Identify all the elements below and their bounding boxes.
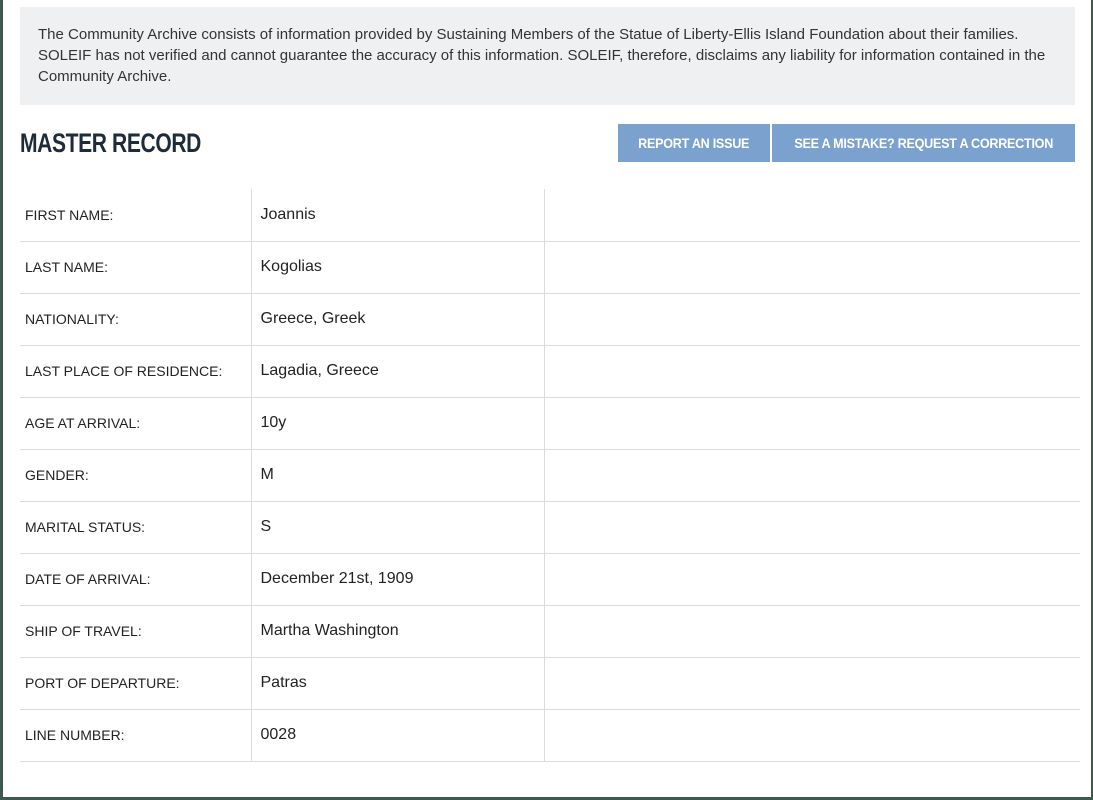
page-title: MASTER RECORD: [20, 128, 201, 158]
master-record-table: FIRST NAME: Joannis LAST NAME: Kogolias …: [20, 189, 1080, 762]
field-label: DATE OF ARRIVAL:: [20, 553, 251, 606]
table-row: GENDER: M: [20, 449, 1080, 502]
empty-cell: [543, 553, 1080, 606]
field-label: GENDER:: [20, 449, 251, 502]
field-label: MARITAL STATUS:: [20, 501, 251, 554]
field-value: Martha Washington: [250, 605, 544, 658]
empty-cell: [543, 501, 1080, 554]
empty-cell: [543, 657, 1080, 710]
table-row: LAST PLACE OF RESIDENCE: Lagadia, Greece: [20, 345, 1080, 398]
disclaimer-notice: The Community Archive consists of inform…: [20, 7, 1075, 105]
table-row: SHIP OF TRAVEL: Martha Washington: [20, 605, 1080, 658]
field-value: December 21st, 1909: [250, 553, 544, 606]
table-row: MARITAL STATUS: S: [20, 501, 1080, 554]
empty-cell: [543, 345, 1080, 398]
field-value: M: [250, 449, 544, 502]
field-value: Lagadia, Greece: [250, 345, 544, 398]
table-row: AGE AT ARRIVAL: 10y: [20, 397, 1080, 450]
field-value: Joannis: [250, 189, 544, 242]
field-label: LAST PLACE OF RESIDENCE:: [20, 345, 251, 398]
table-row: DATE OF ARRIVAL: December 21st, 1909: [20, 553, 1080, 606]
field-value: 0028: [250, 709, 544, 762]
field-value: 10y: [250, 397, 544, 450]
empty-cell: [543, 449, 1080, 502]
empty-cell: [543, 293, 1080, 346]
request-correction-button[interactable]: SEE A MISTAKE? REQUEST A CORRECTION: [772, 124, 1075, 162]
field-label: NATIONALITY:: [20, 293, 251, 346]
field-label: AGE AT ARRIVAL:: [20, 397, 251, 450]
table-row: NATIONALITY: Greece, Greek: [20, 293, 1080, 346]
table-row: FIRST NAME: Joannis: [20, 189, 1080, 242]
field-label: FIRST NAME:: [20, 189, 251, 242]
table-row: LINE NUMBER: 0028: [20, 709, 1080, 762]
field-value: Patras: [250, 657, 544, 710]
empty-cell: [543, 605, 1080, 658]
field-label: LAST NAME:: [20, 241, 251, 294]
request-correction-button-label: SEE A MISTAKE? REQUEST A CORRECTION: [794, 135, 1053, 151]
field-label: PORT OF DEPARTURE:: [20, 657, 251, 710]
report-issue-button-label: REPORT AN ISSUE: [638, 135, 750, 151]
field-value: Greece, Greek: [250, 293, 544, 346]
field-label: SHIP OF TRAVEL:: [20, 605, 251, 658]
field-value: S: [250, 501, 544, 554]
table-row: PORT OF DEPARTURE: Patras: [20, 657, 1080, 710]
field-value: Kogolias: [250, 241, 544, 294]
report-issue-button[interactable]: REPORT AN ISSUE: [618, 124, 770, 162]
empty-cell: [543, 397, 1080, 450]
table-row: LAST NAME: Kogolias: [20, 241, 1080, 294]
field-label: LINE NUMBER:: [20, 709, 251, 762]
empty-cell: [543, 709, 1080, 762]
empty-cell: [543, 241, 1080, 294]
page-frame: The Community Archive consists of inform…: [0, 0, 1093, 800]
empty-cell: [543, 189, 1080, 242]
disclaimer-text: The Community Archive consists of inform…: [38, 26, 1046, 85]
